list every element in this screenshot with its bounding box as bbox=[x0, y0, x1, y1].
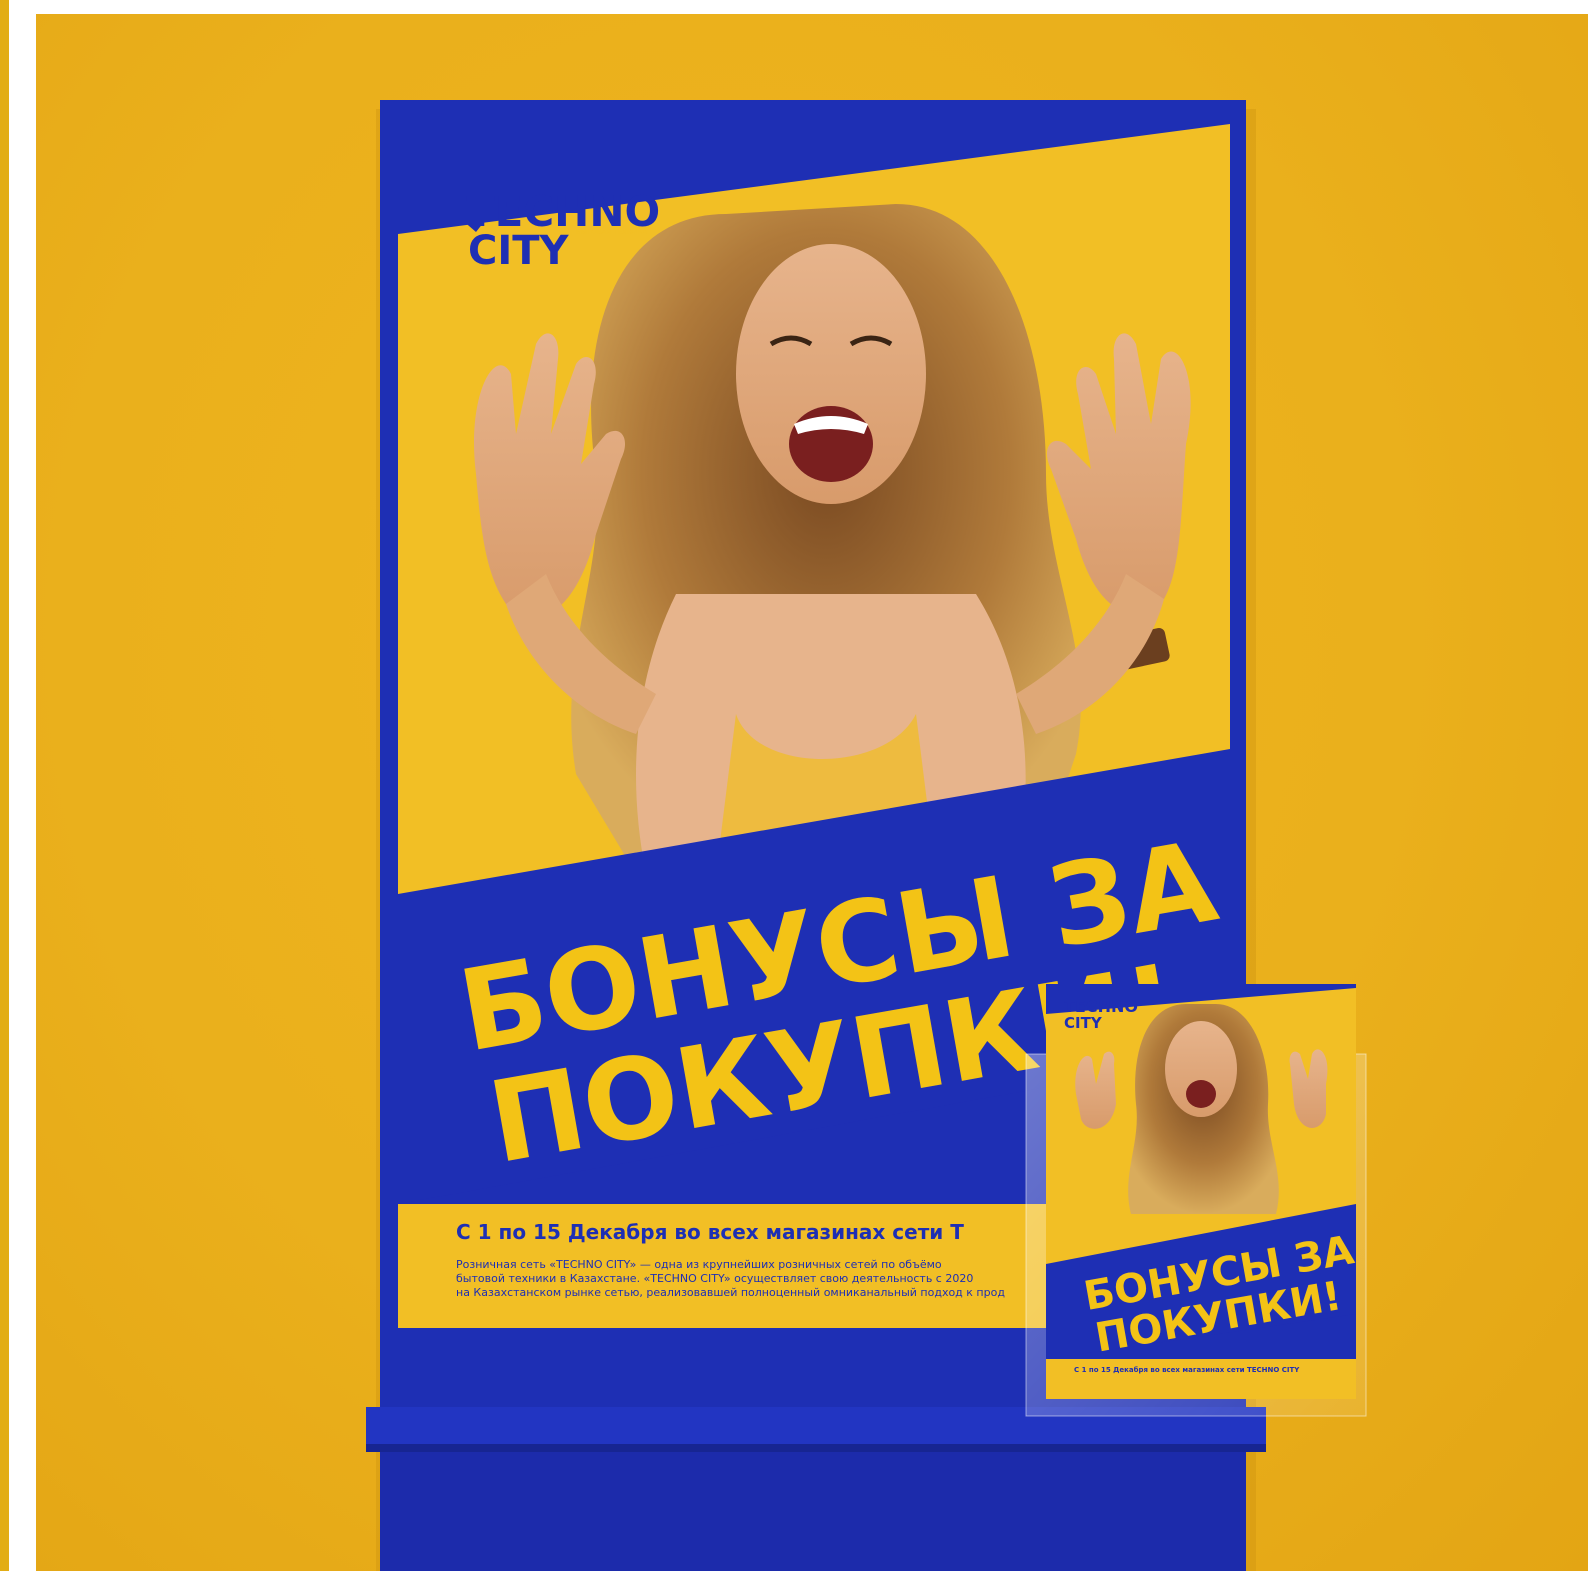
poster-body-line3: на Казахстанском рынке сетью, реализовав… bbox=[456, 1286, 1005, 1299]
stand-base bbox=[380, 1452, 1246, 1571]
flyer bbox=[1046, 984, 1356, 1399]
poster-body-line2: бытовой техники в Казахстане. «TECHNO CI… bbox=[456, 1272, 973, 1285]
flyer-promo-line: С 1 по 15 Декабря во всех магазинах сети… bbox=[1074, 1366, 1300, 1374]
photo-scene: TECHNO CITY БЫТОВАЯ ТЕХНИКА БОНУСЫ ЗА ПО… bbox=[36, 14, 1588, 1571]
poster-promo-line: С 1 по 15 Декабря во всех магазинах сети… bbox=[456, 1220, 964, 1244]
stand-illustration: TECHNO CITY БЫТОВАЯ ТЕХНИКА БОНУСЫ ЗА ПО… bbox=[366, 100, 1367, 1571]
flyer-logo-city: CITY bbox=[1064, 1014, 1103, 1032]
shelf-edge bbox=[366, 1444, 1266, 1452]
poster-logo-tagline: БЫТОВАЯ ТЕХНИКА bbox=[576, 228, 647, 236]
poster-logo-city: CITY bbox=[468, 228, 570, 274]
poster-body-line1: Розничная сеть «TECHNO CITY» — одна из к… bbox=[456, 1258, 942, 1271]
left-border-strip bbox=[0, 0, 9, 1571]
